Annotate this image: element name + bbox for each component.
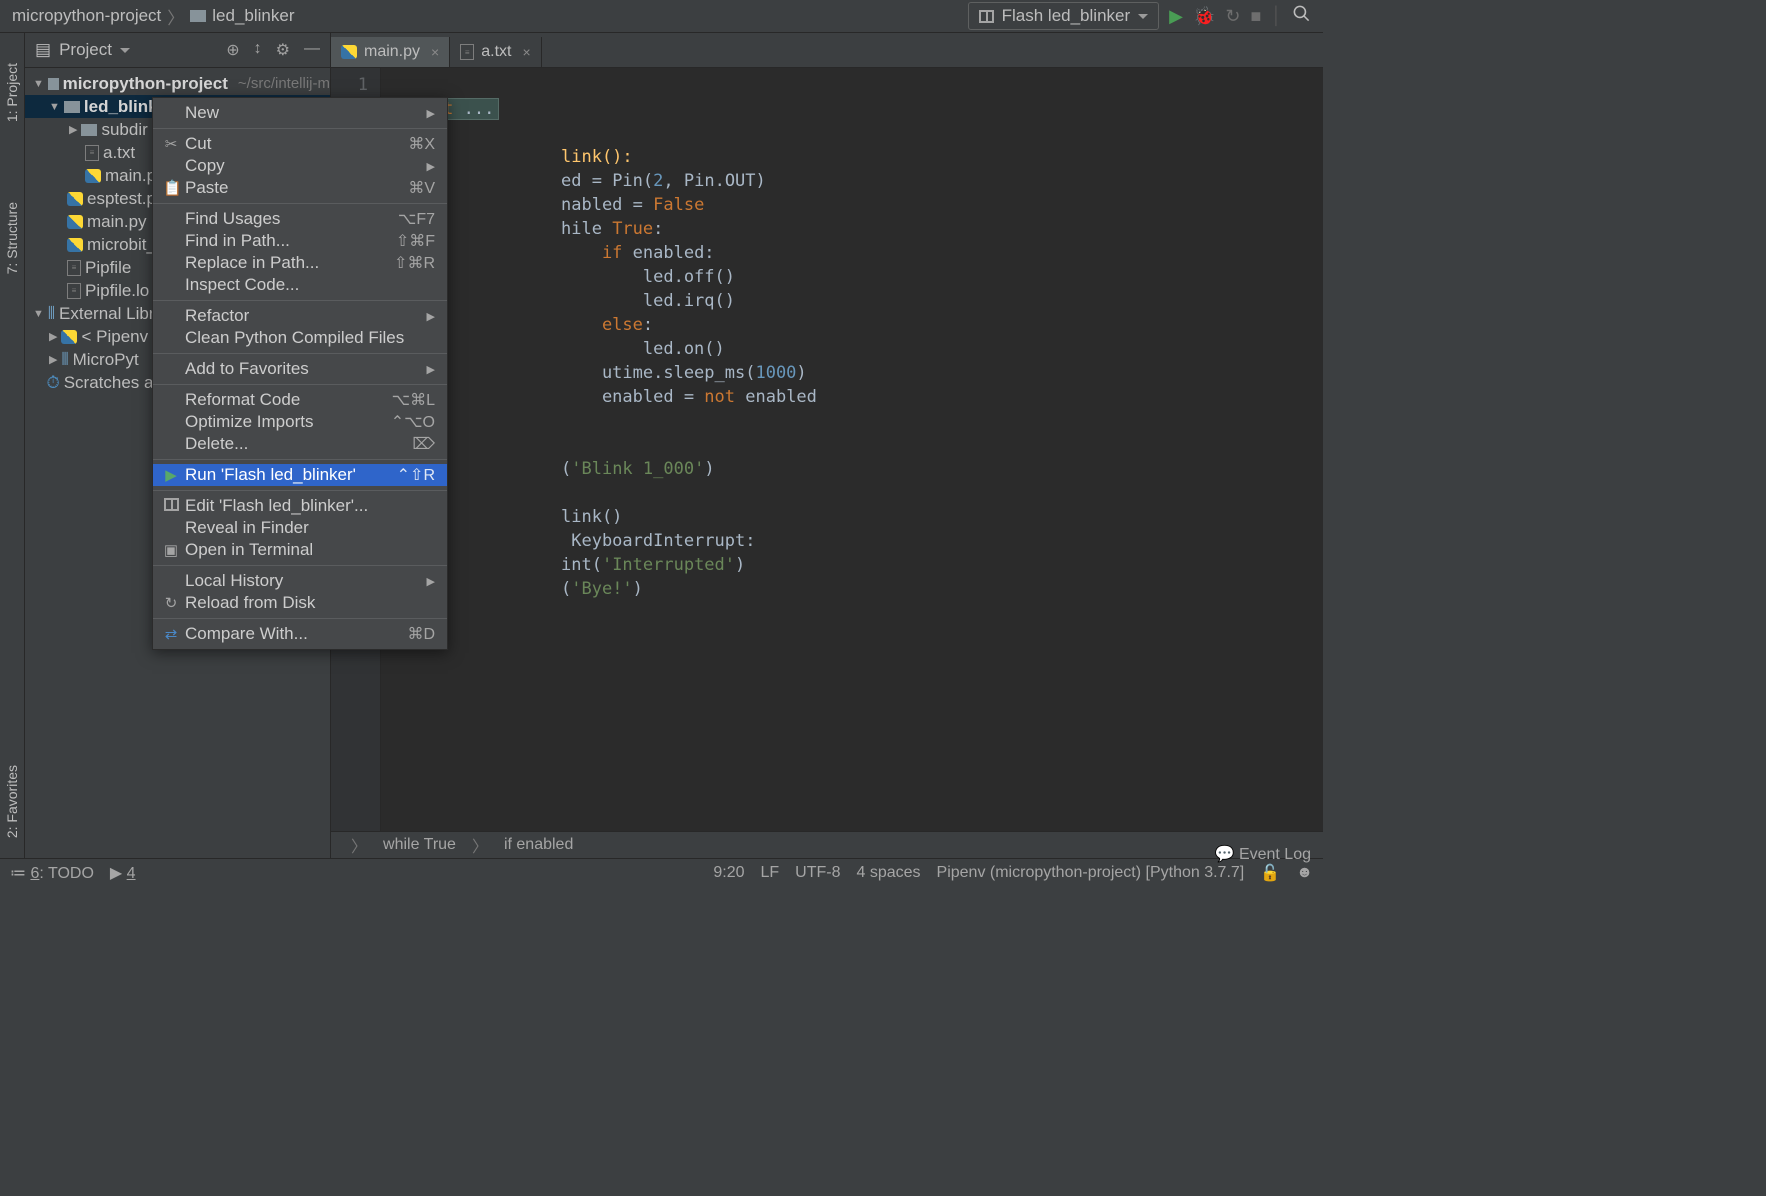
status-interp[interactable]: Pipenv (micropython-project) [Python 3.7… xyxy=(937,864,1245,882)
tab-a-txt[interactable]: ≡a.txt× xyxy=(450,37,541,67)
rail-favorites[interactable]: 2: Favorites xyxy=(4,765,20,838)
collapse-icon[interactable]: ↕ xyxy=(254,40,262,60)
tab-main-py[interactable]: main.py× xyxy=(331,37,450,67)
ctx-optimize[interactable]: Optimize Imports⌃⌥O xyxy=(153,411,447,433)
status-indent[interactable]: 4 spaces xyxy=(856,864,920,882)
toolbar-right: Flash led_blinker ▶ 🐞 ↻ ■ │ xyxy=(968,2,1311,30)
ctx-edit[interactable]: Edit 'Flash led_blinker'... xyxy=(153,495,447,517)
python-icon xyxy=(67,238,83,252)
python-icon xyxy=(341,45,357,59)
ctx-paste[interactable]: 📋Paste⌘V xyxy=(153,177,447,199)
python-icon xyxy=(67,192,83,206)
search-icon[interactable] xyxy=(1292,4,1311,28)
editor-area: main.py× ≡a.txt× 1 import import ...... … xyxy=(331,33,1323,858)
rail-project[interactable]: 1: Project xyxy=(4,63,20,122)
event-log[interactable]: 💬 Event Log xyxy=(1215,844,1311,864)
ctx-delete[interactable]: Delete...⌦ xyxy=(153,433,447,455)
close-icon[interactable]: × xyxy=(522,44,530,60)
ctx-new[interactable]: New▶ xyxy=(153,102,447,124)
ctx-reload[interactable]: ↻Reload from Disk xyxy=(153,592,447,614)
status-pos[interactable]: 9:20 xyxy=(713,864,744,882)
ctx-find-path[interactable]: Find in Path...⇧⌘F xyxy=(153,230,447,252)
editor-breadcrumb: 〉while True 〉if enabled xyxy=(331,831,1323,858)
code-editor[interactable]: 1 import import ...... link(): ed = Pin(… xyxy=(331,68,1323,831)
folder-icon xyxy=(48,78,59,90)
reload-icon: ↻ xyxy=(163,594,179,612)
ctx-reveal[interactable]: Reveal in Finder xyxy=(153,517,447,539)
file-icon: ≡ xyxy=(67,260,81,276)
ctx-replace-path[interactable]: Replace in Path...⇧⌘R xyxy=(153,252,447,274)
ctx-inspect[interactable]: Inspect Code... xyxy=(153,274,447,296)
lock-icon[interactable]: 🔓 xyxy=(1260,863,1280,883)
debug-icon[interactable]: 🐞 xyxy=(1193,6,1215,27)
crumb-if[interactable]: if enabled xyxy=(504,836,573,854)
file-icon: ≡ xyxy=(460,44,474,60)
tree-root[interactable]: ▼ micropython-project~/src/intellij-m xyxy=(25,72,330,95)
run-config-label: Flash led_blinker xyxy=(1002,6,1131,26)
python-icon xyxy=(67,215,83,229)
ctx-favorites[interactable]: Add to Favorites▶ xyxy=(153,358,447,380)
ctx-copy[interactable]: Copy▶ xyxy=(153,155,447,177)
file-icon: ≡ xyxy=(85,145,99,161)
compare-icon: ⇄ xyxy=(163,625,179,643)
ctx-find-usages[interactable]: Find Usages⌥F7 xyxy=(153,208,447,230)
ctx-reformat[interactable]: Reformat Code⌥⌘L xyxy=(153,389,447,411)
project-label[interactable]: Project xyxy=(59,40,112,60)
folder-icon xyxy=(190,10,206,22)
project-view-icon: ▤ xyxy=(35,40,51,60)
python-icon xyxy=(61,330,77,344)
paste-icon: 📋 xyxy=(163,179,179,197)
folder-icon xyxy=(81,124,97,136)
hide-icon[interactable]: — xyxy=(304,40,320,60)
ctx-open-term[interactable]: ▣Open in Terminal xyxy=(153,539,447,561)
coverage-icon[interactable]: ↻ xyxy=(1225,6,1240,27)
project-header: ▤ Project ⊕ ↕ ⚙ — xyxy=(25,33,330,68)
chevron-icon: 〉 xyxy=(167,4,184,29)
terminal-icon: ▣ xyxy=(163,541,179,559)
cut-icon: ✂ xyxy=(163,135,179,153)
run-icon: ▶ xyxy=(163,466,179,484)
run-icon[interactable]: ▶ xyxy=(1169,6,1183,27)
editor-tabs: main.py× ≡a.txt× xyxy=(331,33,1323,68)
chevron-down-icon xyxy=(1138,14,1148,19)
context-menu: New▶ ✂Cut⌘X Copy▶ 📋Paste⌘V Find Usages⌥F… xyxy=(152,97,448,650)
file-icon: ≡ xyxy=(67,283,81,299)
tool-todo[interactable]: ≔ 6: TODO xyxy=(10,863,94,883)
run-config-selector[interactable]: Flash led_blinker xyxy=(968,2,1160,30)
ctx-refactor[interactable]: Refactor▶ xyxy=(153,305,447,327)
ctx-clean[interactable]: Clean Python Compiled Files xyxy=(153,327,447,349)
ctx-compare[interactable]: ⇄Compare With...⌘D xyxy=(153,623,447,645)
breadcrumb-current[interactable]: led_blinker xyxy=(212,6,294,26)
ctx-local-hist[interactable]: Local History▶ xyxy=(153,570,447,592)
stop-icon[interactable]: ■ xyxy=(1251,6,1262,27)
navigation-bar: micropython-project 〉 led_blinker Flash … xyxy=(0,0,1323,33)
status-bar: ≔ 6: TODO ▶ 4 9:20 LF UTF-8 4 spaces Pip… xyxy=(0,858,1323,886)
status-le[interactable]: LF xyxy=(760,864,779,882)
python-icon xyxy=(85,169,101,183)
target-icon[interactable]: ⊕ xyxy=(226,40,239,60)
left-tool-rail: 1: Project 7: Structure 2: Favorites xyxy=(0,33,25,858)
status-enc[interactable]: UTF-8 xyxy=(795,864,840,882)
ctx-run[interactable]: ▶Run 'Flash led_blinker'⌃⇧R xyxy=(153,464,447,486)
chevron-down-icon[interactable] xyxy=(120,48,130,53)
rail-structure[interactable]: 7: Structure xyxy=(4,202,20,274)
folder-icon xyxy=(64,101,80,113)
gear-icon[interactable]: ⚙ xyxy=(276,40,290,60)
breadcrumb-root[interactable]: micropython-project xyxy=(12,6,161,26)
layout-icon xyxy=(979,10,994,23)
ctx-cut[interactable]: ✂Cut⌘X xyxy=(153,133,447,155)
close-icon[interactable]: × xyxy=(431,44,439,60)
tool-run[interactable]: ▶ 4 xyxy=(110,863,136,883)
layout-icon xyxy=(163,498,179,515)
crumb-while[interactable]: while True xyxy=(383,836,456,854)
ide-icon[interactable]: ☻ xyxy=(1296,864,1313,882)
